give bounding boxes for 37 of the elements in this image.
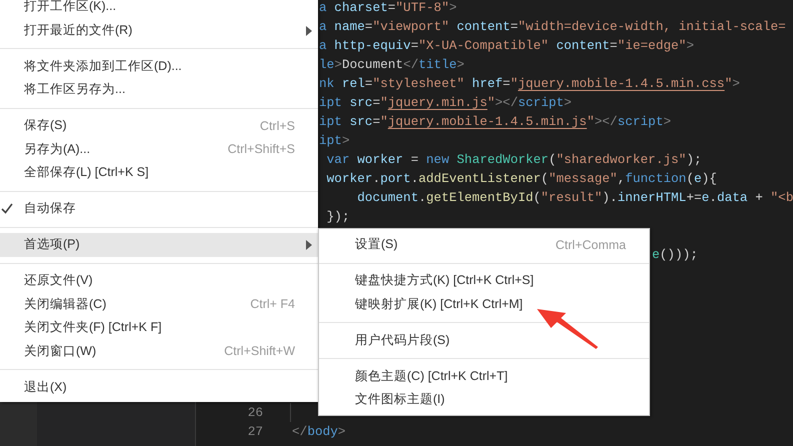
menu-item[interactable]: 保存(S) Ctrl+S bbox=[0, 114, 318, 138]
menu-item[interactable]: 首选项(P) bbox=[0, 233, 318, 256]
menu-item[interactable]: 文件图标主题(I) bbox=[319, 388, 649, 412]
menu-item[interactable]: 设置(S) Ctrl+Comma bbox=[319, 233, 649, 256]
menu-item[interactable]: 将工作区另存为... bbox=[0, 78, 318, 102]
code-line: le>Document</title> bbox=[319, 57, 464, 72]
menu-item[interactable]: 键映射扩展(K) [Ctrl+K Ctrl+M] bbox=[319, 292, 649, 316]
code-line: ipt> bbox=[319, 133, 350, 148]
menu-item[interactable]: 关闭编辑器(C) Ctrl+ F4 bbox=[0, 292, 318, 316]
menu-item[interactable]: 全部保存(L) [Ctrl+K S] bbox=[0, 161, 318, 184]
code-line: a charset="UTF-8"> bbox=[319, 0, 457, 15]
menu-item[interactable]: 退出(X) bbox=[0, 376, 318, 399]
code-line: var worker = new SharedWorker("sharedworker.js"); bbox=[326, 152, 702, 167]
code-line: e())); bbox=[652, 247, 698, 262]
menu-item[interactable]: 自动保存 bbox=[0, 197, 318, 220]
menu-item[interactable]: 另存为(A)... Ctrl+Shift+S bbox=[0, 138, 318, 161]
menu-item[interactable]: 打开工作区(K)... bbox=[0, 0, 318, 18]
menu-item[interactable]: 键盘快捷方式(K) [Ctrl+K Ctrl+S] bbox=[319, 269, 649, 292]
menu-item[interactable]: 关闭文件夹(F) [Ctrl+K F] bbox=[0, 316, 318, 340]
code-line: </body> bbox=[292, 424, 346, 439]
code-line: ipt src="jquery.min.js"></script> bbox=[319, 95, 572, 110]
code-line: worker.port.addEventListener("message",function(e){ bbox=[326, 171, 717, 186]
code-line: a http-equiv="X-UA-Compatible" content="ie=edge"> bbox=[319, 38, 694, 53]
menu-item[interactable]: 颜色主题(C) [Ctrl+K Ctrl+T] bbox=[319, 364, 649, 388]
line-number: 27 bbox=[246, 424, 263, 439]
code-line: }); bbox=[326, 209, 350, 224]
menu-item[interactable]: 打开最近的文件(R) bbox=[0, 18, 318, 42]
code-line: document.getElementById("result").innerHTML+=e.data + "<b bbox=[356, 190, 793, 205]
code-line: a name="viewport" content="width=device-width, initial-scale= bbox=[319, 19, 786, 34]
pointer-arrow bbox=[537, 309, 598, 349]
menu-item[interactable]: 用户代码片段(S) bbox=[319, 328, 649, 352]
menu-item[interactable]: 关闭窗口(W) Ctrl+Shift+W bbox=[0, 340, 318, 363]
code-line: nk rel="stylesheet" href="jquery.mobile-1.4.5.min.css"> bbox=[319, 76, 740, 91]
line-number: 26 bbox=[246, 405, 263, 420]
menu-item[interactable]: 将文件夹添加到工作区(D)... bbox=[0, 54, 318, 78]
code-line: ipt src="jquery.mobile-1.4.5.min.js"></script> bbox=[319, 114, 672, 129]
menu-item[interactable]: 还原文件(V) bbox=[0, 269, 318, 292]
